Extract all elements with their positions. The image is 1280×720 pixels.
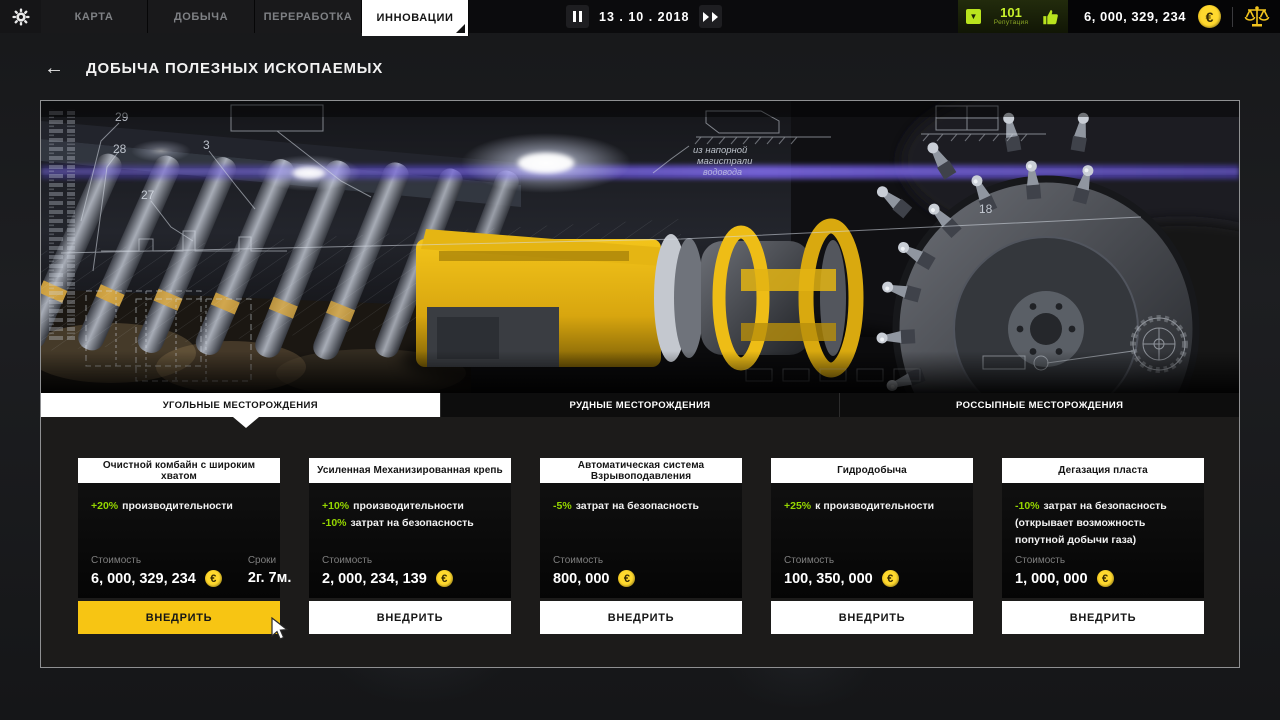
card-title: Гидродобыча <box>771 458 973 483</box>
reputation-dropdown-button[interactable]: ▼ <box>966 9 981 24</box>
innovation-card-explosion-suppression: Автоматическая система Взрывоподавления … <box>540 458 742 667</box>
innovation-card-shearer: Очистной комбайн с широким хватом +20%пр… <box>78 458 280 667</box>
cost-block: Стоимость 800, 000€ <box>553 555 635 587</box>
settings-button[interactable] <box>0 0 41 33</box>
deposit-category-tabs: УГОЛЬНЫЕ МЕСТОРОЖДЕНИЯ РУДНЫЕ МЕСТОРОЖДЕ… <box>41 393 1239 417</box>
card-effects: +10%производительности -10%затрат на без… <box>322 498 498 532</box>
cost-value: 100, 350, 000 <box>784 571 873 587</box>
card-effects: +20%производительности <box>91 498 267 515</box>
cost-value: 800, 000 <box>553 571 609 587</box>
innovation-card-seam-degassing: Дегазация пласта -10%затрат на безопасно… <box>1002 458 1204 667</box>
chevron-down-icon: ▼ <box>970 13 978 21</box>
top-tab-processing[interactable]: ПЕРЕРАБОТКА <box>255 0 362 33</box>
coin-icon: € <box>1097 570 1114 587</box>
term-block: Сроки 2г. 7м. <box>248 555 292 587</box>
card-effects: -10%затрат на безопасность (открывает во… <box>1015 498 1191 548</box>
tab-coal-deposits[interactable]: УГОЛЬНЫЕ МЕСТОРОЖДЕНИЯ <box>41 393 440 417</box>
reputation-value: 101 <box>1000 6 1022 19</box>
mining-machine-illustration: 29 28 27 3 18 из напорной магистрали вод… <box>41 101 1239 393</box>
cost-value: 2, 000, 234, 139 <box>322 571 427 587</box>
blueprint-number-27: 27 <box>141 188 155 202</box>
cost-value: 1, 000, 000 <box>1015 571 1088 587</box>
card-title: Автоматическая система Взрывоподавления <box>540 458 742 483</box>
active-tab-fold-corner <box>456 24 465 33</box>
tab-placer-deposits[interactable]: РОССЫПНЫЕ МЕСТОРОЖДЕНИЯ <box>839 393 1239 417</box>
game-date: 13 . 10 . 2018 <box>599 10 689 24</box>
fast-forward-button[interactable] <box>699 5 722 28</box>
topbar-divider <box>1232 7 1233 27</box>
topbar-right: ▼ 101 Репутация 6, 000, 329, 234 € <box>958 0 1280 33</box>
coin-icon: € <box>882 570 899 587</box>
innovation-card-hydraulic-mining: Гидродобыча +25%к производительности Сто… <box>771 458 973 667</box>
top-tab-map[interactable]: КАРТА <box>41 0 148 33</box>
thumbs-up-icon <box>1041 8 1060 26</box>
innovation-card-powered-support: Усиленная Механизированная крепь +10%про… <box>309 458 511 667</box>
fast-forward-icon <box>703 12 709 22</box>
topbar: КАРТА ДОБЫЧА ПЕРЕРАБОТКА ИННОВАЦИИ 13 . … <box>0 0 1280 33</box>
coin-icon: € <box>618 570 635 587</box>
reputation-readout: 101 Репутация <box>994 6 1029 27</box>
coin-icon: € <box>1198 5 1221 28</box>
top-tab-innovations-label: ИННОВАЦИИ <box>377 12 454 24</box>
cost-value: 6, 000, 329, 234 <box>91 571 196 587</box>
active-tab-pointer <box>233 417 259 428</box>
pause-icon <box>573 11 576 22</box>
top-tab-innovations[interactable]: ИННОВАЦИИ <box>362 0 469 36</box>
card-title: Дегазация пласта <box>1002 458 1204 483</box>
innovations-panel: 29 28 27 3 18 из напорной магистрали вод… <box>40 100 1240 668</box>
hero-image: 29 28 27 3 18 из напорной магистрали вод… <box>41 101 1239 393</box>
term-value: 2г. 7м. <box>248 570 292 586</box>
top-tab-mining[interactable]: ДОБЫЧА <box>148 0 255 33</box>
innovation-cards: Очистной комбайн с широким хватом +20%пр… <box>41 417 1239 667</box>
implement-button[interactable]: ВНЕДРИТЬ <box>309 601 511 634</box>
page-title: ДОБЫЧА ПОЛЕЗНЫХ ИСКОПАЕМЫХ <box>86 60 383 77</box>
card-title: Усиленная Механизированная крепь <box>309 458 511 483</box>
cost-block: Стоимость 100, 350, 000€ <box>784 555 899 587</box>
blueprint-note-line1: из напорной <box>693 145 748 156</box>
card-effects: +25%к производительности <box>784 498 960 515</box>
cost-block: Стоимость 2, 000, 234, 139€ <box>322 555 453 587</box>
time-controls: 13 . 10 . 2018 <box>566 0 722 33</box>
blueprint-number-28: 28 <box>113 142 127 156</box>
page-header: ← ДОБЫЧА ПОЛЕЗНЫХ ИСКОПАЕМЫХ <box>44 58 383 78</box>
blueprint-note-line2: магистрали <box>697 156 753 167</box>
blueprint-number-18: 18 <box>979 202 993 216</box>
blueprint-note-line3: водовода <box>703 167 742 177</box>
money-zone: 6, 000, 329, 234 € <box>1068 0 1280 33</box>
coin-icon: € <box>205 570 222 587</box>
reputation-label: Репутация <box>994 20 1029 27</box>
pause-button[interactable] <box>566 5 589 28</box>
money-balance: 6, 000, 329, 234 <box>1084 9 1186 24</box>
coin-icon: € <box>436 570 453 587</box>
blueprint-number-3: 3 <box>203 138 210 152</box>
back-button[interactable]: ← <box>44 58 64 78</box>
scales-icon[interactable] <box>1244 4 1270 29</box>
implement-button[interactable]: ВНЕДРИТЬ <box>1002 601 1204 634</box>
cost-block: Стоимость 6, 000, 329, 234€ <box>91 555 222 587</box>
implement-button[interactable]: ВНЕДРИТЬ <box>771 601 973 634</box>
tab-ore-deposits[interactable]: РУДНЫЕ МЕСТОРОЖДЕНИЯ <box>440 393 840 417</box>
card-title: Очистной комбайн с широким хватом <box>78 458 280 483</box>
gear-icon <box>12 8 30 26</box>
reputation-panel: ▼ 101 Репутация <box>958 0 1068 33</box>
implement-button[interactable]: ВНЕДРИТЬ <box>540 601 742 634</box>
implement-button[interactable]: ВНЕДРИТЬ <box>78 601 280 634</box>
card-effects: -5%затрат на безопасность <box>553 498 729 515</box>
cost-block: Стоимость 1, 000, 000€ <box>1015 555 1114 587</box>
